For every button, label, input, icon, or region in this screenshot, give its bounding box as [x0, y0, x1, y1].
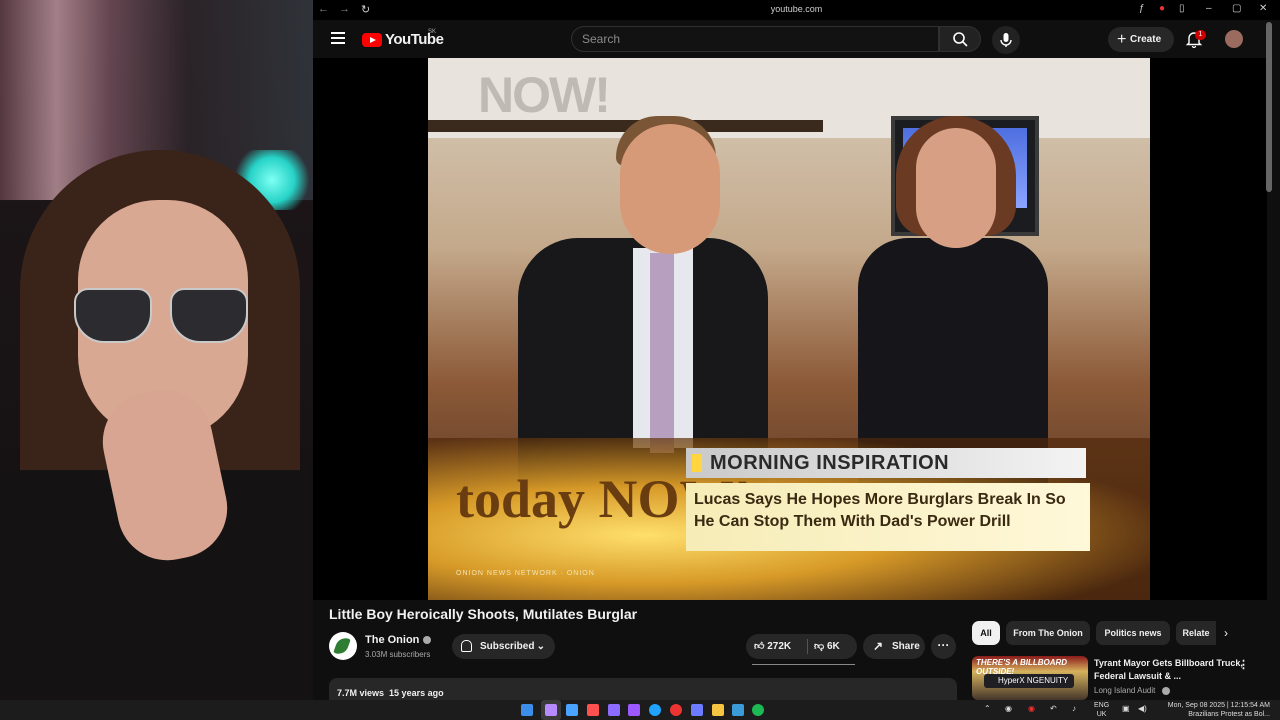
tray-expand-icon[interactable]: ⌃ — [984, 704, 991, 713]
share-button[interactable]: Share — [863, 634, 925, 659]
video-title: Little Boy Heroically Shoots, Mutilates … — [329, 606, 638, 622]
search-input[interactable]: Search — [571, 26, 939, 52]
youtube-header: YouTube SK Search Create 1 — [313, 20, 1280, 58]
chrome-icon[interactable] — [670, 704, 682, 716]
subscriber-count: 3.03M subscribers — [365, 650, 431, 659]
sunglasses — [74, 288, 250, 348]
like-underline — [752, 664, 855, 665]
channel-name[interactable]: The Onion — [365, 634, 432, 646]
like-dislike-group: 👍︎ 272K 👎︎ 6K — [746, 634, 857, 665]
verified-icon — [423, 636, 432, 645]
channel-name-text[interactable]: The Onion — [365, 634, 419, 646]
minimize-icon[interactable]: – — [1206, 3, 1212, 14]
chip-all[interactable]: All — [972, 621, 1000, 645]
search-icon — [953, 32, 968, 47]
recommended-thumbnail[interactable]: THERE'S A BILLBOARD OUTSIDE! HyperX NGEN… — [972, 656, 1088, 700]
adblock-icon[interactable]: ● — [1159, 3, 1165, 14]
spotify-icon[interactable] — [752, 704, 764, 716]
recommended-title[interactable]: Tyrant Mayor Gets Billboard Truck, Feder… — [1094, 657, 1244, 683]
recommended-more-icon[interactable]: ⋮ — [1238, 658, 1249, 671]
page-scrollbar[interactable] — [1266, 22, 1272, 192]
verified-icon — [1161, 686, 1170, 695]
game-icon[interactable] — [587, 704, 599, 716]
maximize-icon[interactable]: ▢ — [1232, 3, 1241, 14]
tray-mic-icon[interactable]: ♪ — [1072, 704, 1076, 713]
explorer-icon[interactable] — [566, 704, 578, 716]
studio-sign: NOW! — [478, 67, 611, 123]
language-indicator[interactable]: ENG UK — [1094, 701, 1109, 719]
video-frame[interactable]: NOW! today NOW! ONION NEWS NETWORK · ONI… — [428, 58, 1150, 600]
chevron-down-icon: ⌄ — [536, 641, 545, 652]
controller-icon[interactable] — [628, 704, 640, 716]
photos-icon[interactable] — [732, 704, 744, 716]
clock[interactable]: Mon, Sep 08 2025 | 12:15:54 AM Brazilians… — [1158, 701, 1270, 719]
overlay-headline: Lucas Says He Hopes More Burglars Break … — [686, 483, 1090, 551]
upload-age: 15 years ago — [389, 688, 444, 698]
filter-chips: All From The Onion Politics news Relate — [972, 621, 1252, 645]
tray-app-icon[interactable]: ◉ — [1005, 704, 1012, 713]
recommended-channel[interactable]: Long Island Audit — [1094, 686, 1170, 695]
region-code: UK — [1096, 711, 1107, 718]
like-count: 272K — [767, 641, 792, 652]
dislike-count: 6K — [826, 641, 840, 652]
search-button[interactable] — [939, 26, 981, 52]
tray-record-icon[interactable]: ◉ — [1028, 704, 1035, 713]
edge-icon[interactable] — [649, 704, 661, 716]
tray-back-icon[interactable]: ↶ — [1050, 704, 1057, 713]
windows-start-icon[interactable] — [521, 704, 533, 716]
create-button[interactable]: Create — [1108, 27, 1174, 52]
hyperx-overlay: HyperX NGENUITY — [984, 674, 1074, 688]
windows-taskbar: ⌃ ◉ ◉ ↶ ♪ ENG UK ▣ ◀) Mon, Sep 08 2025 | … — [0, 700, 1280, 720]
like-separator — [807, 639, 808, 654]
subscribed-label: Subscribed — [480, 641, 535, 652]
overlay-banner: MORNING INSPIRATION — [686, 448, 1086, 478]
anchor-man-head — [620, 124, 720, 254]
voice-search-button[interactable] — [992, 26, 1020, 54]
volume-icon[interactable]: ◀) — [1138, 704, 1147, 713]
recommended-channel-name[interactable]: Long Island Audit — [1094, 686, 1155, 695]
more-actions-button[interactable]: ··· — [931, 634, 956, 659]
like-button[interactable]: 👍︎ 272K — [754, 634, 791, 659]
network-label: ONION NEWS NETWORK · ONION — [456, 570, 595, 577]
user-avatar[interactable] — [1225, 30, 1243, 48]
subscribed-button[interactable]: Subscribed ⌄ — [452, 634, 555, 659]
video-metadata: Little Boy Heroically Shoots, Mutilates … — [329, 606, 959, 708]
chip-related[interactable]: Relate — [1176, 621, 1216, 645]
extension-icon[interactable]: ƒ — [1139, 3, 1145, 14]
chip-from-the-onion[interactable]: From The Onion — [1006, 621, 1090, 645]
news-ticker: Brazilians Protest as Bol... — [1188, 711, 1270, 718]
view-count: 7.7M views — [337, 688, 385, 698]
notification-off-icon — [461, 640, 472, 652]
sidebar-toggle-icon[interactable]: ▯ — [1179, 3, 1185, 14]
hamburger-menu-icon[interactable] — [331, 32, 345, 44]
webcam-overlay — [0, 0, 313, 700]
close-icon[interactable]: ✕ — [1259, 3, 1267, 14]
channel-avatar[interactable] — [329, 632, 357, 660]
network-icon[interactable]: ▣ — [1122, 704, 1130, 713]
recommended-video[interactable]: THERE'S A BILLBOARD OUTSIDE! HyperX NGEN… — [972, 656, 1268, 700]
chevron-right-icon[interactable]: › — [1224, 626, 1228, 640]
language-code: ENG — [1094, 702, 1110, 709]
browser-toolbar: ← → ↻ youtube.com ƒ ● ▯ – ▢ ✕ — [313, 0, 1280, 20]
youtube-logo[interactable]: YouTube SK — [362, 29, 444, 48]
video-player[interactable]: NOW! today NOW! ONION NEWS NETWORK · ONI… — [313, 58, 1267, 600]
anchor-man-tie — [650, 253, 674, 453]
discord-icon[interactable] — [691, 704, 703, 716]
clock-time: Mon, Sep 08 2025 | 12:15:54 AM — [1167, 702, 1270, 709]
app-icon[interactable] — [608, 704, 620, 716]
notification-badge: 1 — [1195, 30, 1206, 40]
youtube-play-icon — [362, 32, 382, 47]
country-code: SK — [428, 29, 437, 35]
anchor-woman-head — [916, 128, 996, 248]
dislike-button[interactable]: 👎︎ 6K — [814, 634, 840, 659]
app-icon[interactable] — [545, 704, 557, 716]
chip-politics-news[interactable]: Politics news — [1096, 621, 1170, 645]
microphone-icon — [1000, 33, 1012, 47]
address-bar[interactable]: youtube.com — [313, 4, 1280, 14]
folder-icon[interactable] — [712, 704, 724, 716]
